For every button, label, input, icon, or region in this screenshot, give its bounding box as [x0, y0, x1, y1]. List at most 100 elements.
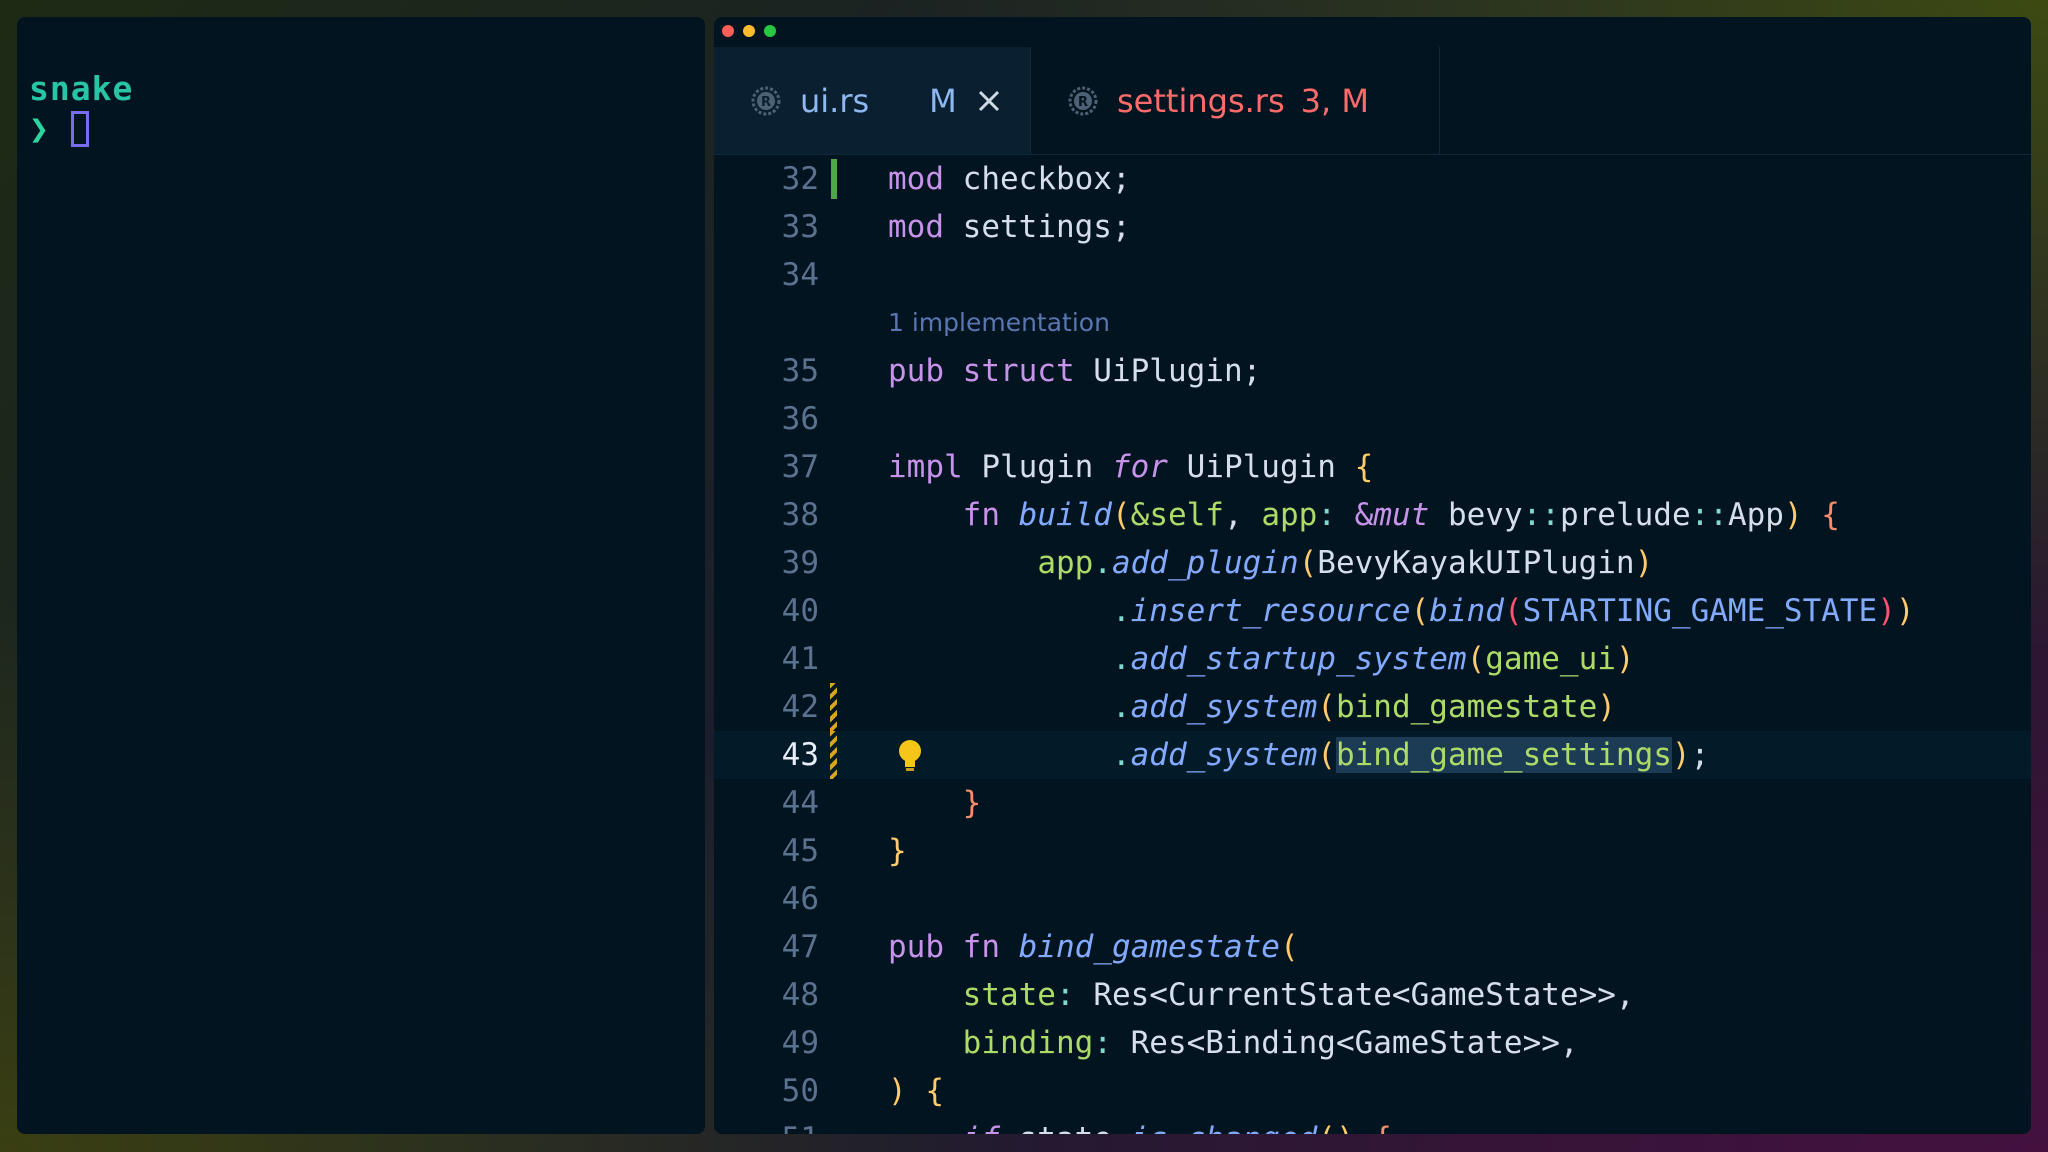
code-line[interactable]: 47 pub fn bind_gamestate(	[714, 923, 2031, 971]
code-token: binding	[962, 1025, 1094, 1061]
line-number: 38	[781, 497, 819, 533]
code-line[interactable]: 32 mod checkbox;	[714, 155, 2031, 203]
code-line[interactable]: 49 binding: Res<Binding<GameState>>,	[714, 1019, 2031, 1067]
code-token: pub fn	[888, 929, 1019, 965]
minimize-window-button[interactable]	[743, 25, 755, 37]
code-token: BevyKayakUIPlugin	[1317, 545, 1635, 581]
code-token: {	[1354, 449, 1374, 485]
code-token: bind_gamestate	[1335, 689, 1598, 725]
gutter-added-marker[interactable]	[831, 159, 837, 199]
line-number: 45	[781, 833, 819, 869]
terminal-prompt[interactable]: ❯	[29, 109, 89, 148]
code-line[interactable]: 45}	[714, 827, 2031, 875]
code-line[interactable]: 43 .add_system(bind_game_settings);	[714, 731, 2031, 779]
code-line[interactable]: 46	[714, 875, 2031, 923]
code-text: .add_system(bind_gamestate)	[888, 683, 1616, 731]
code-token: {	[1373, 1121, 1392, 1134]
code-line[interactable]: 50) {	[714, 1067, 2031, 1115]
code-token: :	[1317, 497, 1355, 533]
code-token: :	[1055, 977, 1094, 1013]
tab-status-badge: M	[929, 81, 957, 120]
code-token: checkbox;	[944, 161, 1131, 197]
code-line[interactable]: 44 }	[714, 779, 2031, 827]
code-text: mod checkbox;	[888, 155, 1131, 203]
terminal-pane[interactable]: snake ❯	[17, 17, 705, 1134]
code-token: .	[1111, 689, 1131, 725]
code-text: binding: Res<Binding<GameState>>,	[888, 1019, 1579, 1067]
code-text: pub fn bind_gamestate(	[888, 923, 1299, 971]
code-token: if	[963, 1121, 1000, 1134]
code-token: insert_resource	[1130, 593, 1411, 629]
svg-text:R: R	[1078, 95, 1088, 110]
close-window-button[interactable]	[722, 25, 734, 37]
code-token: (	[1298, 545, 1318, 581]
code-text: pub struct UiPlugin;	[888, 347, 1261, 395]
code-token: bind	[1429, 593, 1504, 629]
code-token: app	[1261, 497, 1318, 533]
window-controls	[722, 25, 776, 37]
code-token: .	[1112, 1121, 1131, 1134]
code-token: add_system	[1130, 737, 1318, 773]
maximize-window-button[interactable]	[764, 25, 776, 37]
line-number: 36	[781, 401, 819, 437]
code-area[interactable]: 32 mod checkbox; 33 mod settings; 34 1 implem…	[714, 155, 2031, 1134]
line-number: 37	[781, 449, 819, 485]
code-line[interactable]: 48 state: Res<CurrentState<GameState>>,	[714, 971, 2031, 1019]
code-line[interactable]: 34	[714, 251, 2031, 299]
code-token: )	[1877, 593, 1896, 629]
code-token: STARTING_GAME_STATE	[1522, 593, 1878, 629]
code-line[interactable]: 33 mod settings;	[714, 203, 2031, 251]
codelens-implementations[interactable]: 1 implementation	[714, 299, 2031, 347]
code-token: &	[1354, 497, 1374, 533]
code-line[interactable]: 51 if state.is_changed() {	[714, 1115, 2031, 1134]
code-token: )	[1634, 545, 1654, 581]
code-line[interactable]: 41 .add_startup_system(game_ui)	[714, 635, 2031, 683]
code-line[interactable]: 35 pub struct UiPlugin;	[714, 347, 2031, 395]
line-number: 39	[781, 545, 819, 581]
code-line[interactable]: 37 impl Plugin for UiPlugin {	[714, 443, 2031, 491]
code-line[interactable]: 39 app.add_plugin(BevyKayakUIPlugin)	[714, 539, 2031, 587]
code-token: Plugin	[962, 449, 1112, 485]
gutter-modified-marker[interactable]	[830, 683, 837, 731]
code-token: .	[1093, 545, 1112, 581]
codelens-label[interactable]: 1 implementation	[888, 299, 1110, 347]
line-number: 44	[781, 785, 819, 821]
tab-bar: R ui.rs M R settings.rs 3, M	[714, 47, 2031, 155]
code-line[interactable]: 40 .insert_resource(bind(STARTING_GAME_S…	[714, 587, 2031, 635]
line-number: 33	[781, 209, 819, 245]
code-text: ) {	[888, 1067, 944, 1115]
gutter-modified-marker[interactable]	[830, 731, 837, 779]
code-token: )	[1671, 737, 1691, 773]
code-token: settings;	[944, 209, 1131, 245]
code-token: app	[1037, 545, 1094, 581]
code-token: (	[1279, 929, 1299, 965]
code-token: mod	[888, 161, 944, 197]
code-line[interactable]: 38 fn build(&self, app: &mut bevy::prelu…	[714, 491, 2031, 539]
tab-ui-rs[interactable]: R ui.rs M	[714, 47, 1031, 154]
tab-settings-rs[interactable]: R settings.rs 3, M	[1031, 47, 1440, 154]
code-token: bind_gamestate	[1018, 929, 1280, 965]
code-token: )	[1895, 593, 1915, 629]
code-token: (	[1466, 641, 1486, 677]
code-token: add_startup_system	[1130, 641, 1467, 677]
line-number: 35	[781, 353, 819, 389]
code-line[interactable]: 42 .add_system(bind_gamestate)	[714, 683, 2031, 731]
code-token: (	[1111, 497, 1131, 533]
code-token: build	[1018, 497, 1112, 533]
code-token: ,	[1223, 497, 1262, 533]
code-line[interactable]: 36	[714, 395, 2031, 443]
code-token: .	[1111, 641, 1131, 677]
code-token: Res<CurrentState<GameState>>,	[1093, 977, 1635, 1013]
editor-pane[interactable]: R ui.rs M R settings.rs 3, M 32 mod check…	[714, 17, 2031, 1134]
code-text: }	[888, 827, 907, 875]
selected-token: bind_game_settings	[1335, 737, 1672, 773]
code-token: UiPlugin;	[1074, 353, 1262, 389]
close-icon[interactable]	[973, 85, 1005, 117]
code-token: (	[1503, 593, 1523, 629]
code-text: fn build(&self, app: &mut bevy::prelude:…	[888, 491, 1840, 539]
code-token: (	[1317, 737, 1336, 773]
